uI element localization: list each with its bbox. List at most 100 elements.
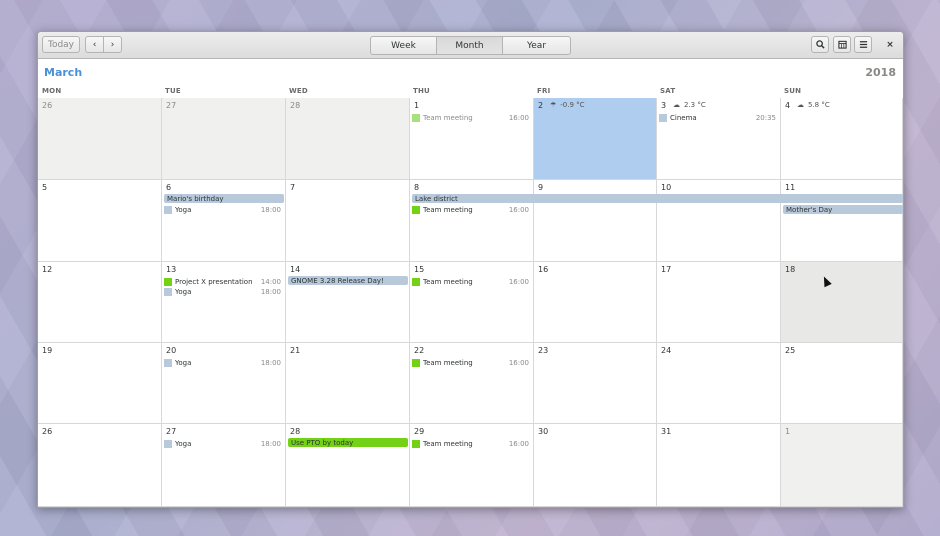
event-time: 18:00: [260, 206, 281, 214]
search-icon: [815, 40, 825, 49]
event-title: Yoga: [175, 288, 192, 296]
all-day-event[interactable]: Lake district: [412, 194, 903, 203]
event-title: Yoga: [175, 206, 192, 214]
day-cell[interactable]: 27: [162, 98, 286, 180]
all-day-event[interactable]: GNOME 3.28 Release Day!: [288, 276, 408, 285]
event-item[interactable]: Yoga 18:00: [164, 358, 281, 368]
day-number: 1: [785, 427, 791, 436]
day-cell[interactable]: 6 Yoga 18:00: [162, 180, 286, 262]
day-cell[interactable]: 1 Team meeting 16:00: [410, 98, 534, 180]
day-cell[interactable]: 16: [534, 262, 657, 343]
event-color-swatch: [164, 440, 172, 448]
event-title: Team meeting: [423, 440, 473, 448]
day-cell[interactable]: 29 Team meeting 16:00: [410, 424, 534, 507]
event-color-swatch: [412, 206, 420, 214]
event-item[interactable]: Cinema 20:35: [659, 113, 776, 123]
event-title: Yoga: [175, 359, 192, 367]
event-item[interactable]: Yoga 18:00: [164, 205, 281, 215]
calendar-icon: [837, 40, 847, 49]
day-number: 3: [661, 101, 667, 110]
day-number: 22: [414, 346, 425, 355]
tab-month[interactable]: Month: [436, 36, 503, 55]
day-cell[interactable]: 27 Yoga 18:00: [162, 424, 286, 507]
day-cell[interactable]: 14: [286, 262, 410, 343]
event-item[interactable]: Project X presentation 14:00: [164, 277, 281, 287]
all-day-event[interactable]: Mario's birthday: [164, 194, 284, 203]
event-color-swatch: [164, 206, 172, 214]
weekday-label: TUE: [165, 87, 181, 95]
weather-icon: ☁: [797, 101, 804, 109]
day-number: 26: [42, 101, 53, 110]
day-cell[interactable]: 17: [657, 262, 781, 343]
day-cell[interactable]: 31: [657, 424, 781, 507]
tab-year[interactable]: Year: [502, 36, 571, 55]
event-item[interactable]: Team meeting 16:00: [412, 358, 529, 368]
event-time: 16:00: [508, 440, 529, 448]
month-grid: 26 27 28 1 Team meeting 16:00 2 ☂ -0.9 °C 3 ☁ 2.3 °…: [38, 98, 903, 507]
calendars-button[interactable]: [833, 36, 851, 53]
previous-button[interactable]: ‹: [85, 36, 104, 53]
day-cell[interactable]: 5: [38, 180, 162, 262]
menu-button[interactable]: [854, 36, 872, 53]
day-number: 2: [538, 101, 544, 110]
day-cell[interactable]: 21: [286, 343, 410, 424]
day-cell[interactable]: 8 Team meeting 16:00: [410, 180, 534, 262]
tab-week[interactable]: Week: [370, 36, 437, 55]
day-cell[interactable]: 23: [534, 343, 657, 424]
weekday-label: FRI: [537, 87, 551, 95]
event-time: 16:00: [508, 278, 529, 286]
event-color-swatch: [412, 359, 420, 367]
day-cell[interactable]: 26: [38, 98, 162, 180]
day-cell[interactable]: 28: [286, 424, 410, 507]
weekday-label: MON: [42, 87, 62, 95]
day-cell[interactable]: 7: [286, 180, 410, 262]
search-button[interactable]: [811, 36, 829, 53]
event-title: Project X presentation: [175, 278, 253, 286]
day-cell[interactable]: 9: [534, 180, 657, 262]
event-item[interactable]: Team meeting 16:00: [412, 113, 529, 123]
day-cell[interactable]: 20 Yoga 18:00: [162, 343, 286, 424]
day-cell[interactable]: 30: [534, 424, 657, 507]
day-cell[interactable]: 15 Team meeting 16:00: [410, 262, 534, 343]
day-number: 20: [166, 346, 177, 355]
day-cell[interactable]: 3 ☁ 2.3 °C Cinema 20:35: [657, 98, 781, 180]
day-cell[interactable]: 4 ☁ 5.8 °C: [781, 98, 903, 180]
day-cell[interactable]: 10: [657, 180, 781, 262]
header-bar: Today ‹ › Week Month Year ×: [38, 32, 903, 59]
event-title: Cinema: [670, 114, 697, 122]
event-item[interactable]: Team meeting 16:00: [412, 277, 529, 287]
day-number: 28: [290, 101, 301, 110]
next-button[interactable]: ›: [103, 36, 122, 53]
chevron-left-icon: ‹: [92, 39, 97, 50]
calendar-window: Today ‹ › Week Month Year × March 2018 M…: [37, 31, 904, 508]
day-cell[interactable]: 11: [781, 180, 903, 262]
weather-info: ☂ -0.9 °C: [550, 101, 585, 109]
day-cell[interactable]: 1: [781, 424, 903, 507]
day-number: 6: [166, 183, 172, 192]
event-time: 16:00: [508, 114, 529, 122]
event-item[interactable]: Team meeting 16:00: [412, 439, 529, 449]
day-cell[interactable]: 24: [657, 343, 781, 424]
all-day-event[interactable]: Use PTO by today: [288, 438, 408, 447]
day-cell[interactable]: 22 Team meeting 16:00: [410, 343, 534, 424]
day-cell[interactable]: 28: [286, 98, 410, 180]
day-cell[interactable]: 18: [781, 262, 903, 343]
day-cell[interactable]: 12: [38, 262, 162, 343]
day-number: 23: [538, 346, 549, 355]
event-title: Yoga: [175, 440, 192, 448]
day-cell[interactable]: 2 ☂ -0.9 °C: [534, 98, 657, 180]
day-cell[interactable]: 25: [781, 343, 903, 424]
day-cell[interactable]: 13 Project X presentation 14:00 Yoga 18:00: [162, 262, 286, 343]
day-number: 1: [414, 101, 420, 110]
today-button[interactable]: Today: [42, 36, 80, 53]
event-item[interactable]: Yoga 18:00: [164, 439, 281, 449]
day-cell[interactable]: 26: [38, 424, 162, 507]
event-item[interactable]: Yoga 18:00: [164, 287, 281, 297]
all-day-event[interactable]: Mother's Day: [783, 205, 903, 214]
day-cell[interactable]: 19: [38, 343, 162, 424]
event-time: 18:00: [260, 359, 281, 367]
close-button[interactable]: ×: [881, 36, 899, 53]
event-item[interactable]: Team meeting 16:00: [412, 205, 529, 215]
day-number: 18: [785, 265, 796, 274]
event-title: Team meeting: [423, 114, 473, 122]
